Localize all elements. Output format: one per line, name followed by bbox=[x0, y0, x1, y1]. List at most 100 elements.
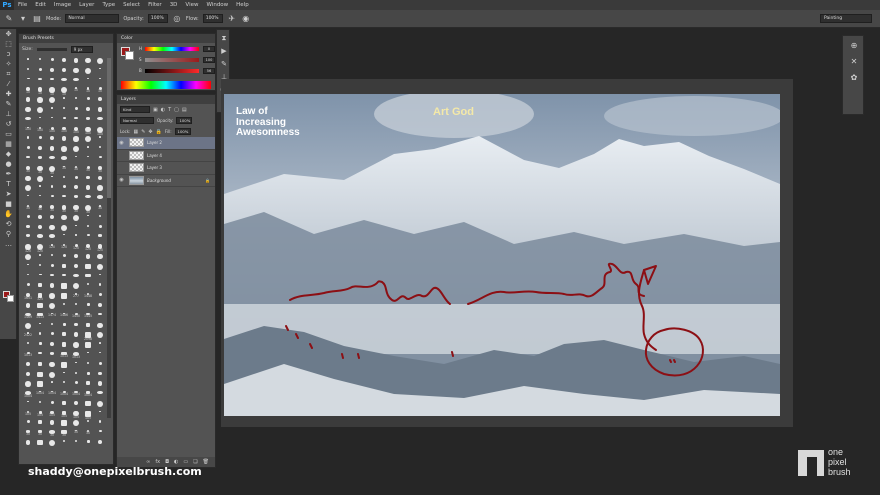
menu-layer[interactable]: Layer bbox=[75, 0, 98, 10]
brush-preset[interactable]: 1469 bbox=[22, 312, 34, 323]
brush-preset[interactable] bbox=[34, 214, 46, 225]
brush-preset[interactable] bbox=[58, 273, 70, 284]
brush-preset[interactable] bbox=[58, 371, 70, 382]
brush-preset[interactable] bbox=[58, 293, 70, 303]
brush-preset[interactable] bbox=[46, 273, 58, 284]
brush-presets-tab[interactable]: Brush Presets bbox=[19, 34, 113, 43]
brush-preset[interactable] bbox=[46, 351, 58, 362]
layer-fill-field[interactable]: 100% bbox=[174, 128, 191, 135]
brush-preset[interactable] bbox=[22, 381, 34, 391]
brush-preset-picker-icon[interactable]: ▾ bbox=[18, 14, 28, 24]
brush-preset[interactable] bbox=[94, 67, 106, 78]
brush-preset[interactable]: 1448 bbox=[82, 293, 94, 303]
airbrush-icon[interactable]: ✈ bbox=[227, 14, 237, 24]
menu-image[interactable]: Image bbox=[50, 0, 75, 10]
brush-preset[interactable] bbox=[22, 253, 34, 264]
path-select-tool-icon[interactable]: ➤ bbox=[2, 190, 15, 199]
visibility-eye-icon[interactable]: ◉ bbox=[117, 140, 126, 146]
brush-preset[interactable] bbox=[70, 106, 82, 117]
brush-preset[interactable]: 30 bbox=[82, 430, 94, 440]
brush-preset[interactable]: 30 bbox=[82, 165, 94, 176]
brush-preset[interactable] bbox=[94, 146, 106, 156]
brush-preset[interactable] bbox=[82, 97, 94, 107]
zoom-tool-icon[interactable]: ⚲ bbox=[2, 230, 15, 239]
eraser-tool-icon[interactable]: ▭ bbox=[2, 130, 15, 139]
brush-preset[interactable] bbox=[46, 146, 58, 156]
brush-preset[interactable] bbox=[82, 302, 94, 313]
brush-preset[interactable] bbox=[46, 67, 58, 78]
brush-preset[interactable] bbox=[82, 371, 94, 382]
brush-preset[interactable] bbox=[22, 146, 34, 156]
brush-preset[interactable] bbox=[58, 302, 70, 313]
brush-preset[interactable] bbox=[46, 302, 58, 313]
brush-presets-scroll-thumb[interactable] bbox=[107, 58, 111, 198]
brush-preset[interactable] bbox=[34, 351, 46, 362]
brush-preset[interactable] bbox=[82, 400, 94, 411]
brush-preset[interactable] bbox=[70, 97, 82, 107]
quick-select-tool-icon[interactable]: ✧ bbox=[2, 60, 15, 69]
brush-preset[interactable] bbox=[70, 381, 82, 391]
brush-preset[interactable]: 120 bbox=[22, 244, 34, 254]
brush-preset[interactable]: 30 bbox=[22, 204, 34, 215]
brush-preset[interactable] bbox=[46, 155, 58, 166]
brush-preset[interactable] bbox=[94, 351, 106, 362]
brush-preset[interactable] bbox=[34, 332, 46, 342]
brush-preset[interactable] bbox=[58, 332, 70, 342]
brush-preset[interactable] bbox=[22, 224, 34, 235]
brush-preset[interactable] bbox=[70, 400, 82, 411]
visibility-eye-icon[interactable]: ◉ bbox=[117, 177, 126, 183]
navigator-icon[interactable]: ✕ bbox=[847, 56, 861, 68]
brush-preset[interactable]: 105 bbox=[70, 410, 82, 421]
brush-preset[interactable] bbox=[58, 224, 70, 235]
brush-preset[interactable] bbox=[34, 97, 46, 107]
brush-preset[interactable] bbox=[82, 77, 94, 88]
brush-preset[interactable] bbox=[22, 400, 34, 411]
menu-filter[interactable]: Filter bbox=[144, 0, 166, 10]
brush-preset[interactable] bbox=[82, 420, 94, 430]
brush-preset[interactable]: 30 bbox=[70, 430, 82, 440]
brush-preset[interactable] bbox=[94, 371, 106, 382]
brush-preset[interactable] bbox=[58, 214, 70, 225]
brush-preset[interactable] bbox=[82, 106, 94, 117]
brush-preset[interactable] bbox=[70, 253, 82, 264]
extra-tools-icon[interactable]: … bbox=[2, 240, 15, 249]
brush-preset[interactable] bbox=[70, 361, 82, 372]
brush-preset[interactable] bbox=[94, 381, 106, 391]
brush-preset[interactable] bbox=[34, 136, 46, 146]
brush-preset[interactable] bbox=[94, 195, 106, 205]
brush-preset[interactable] bbox=[58, 97, 70, 107]
brush-preset[interactable] bbox=[70, 136, 82, 146]
brush-preset[interactable]: 120 bbox=[46, 244, 58, 254]
brush-preset[interactable] bbox=[34, 371, 46, 382]
brush-preset[interactable]: 30 bbox=[34, 165, 46, 176]
brush-preset[interactable] bbox=[46, 97, 58, 107]
brush-preset[interactable] bbox=[22, 185, 34, 195]
brush-preset[interactable]: 2422 bbox=[22, 332, 34, 342]
brush-preset[interactable]: 120 bbox=[70, 244, 82, 254]
rotate-view-tool-icon[interactable]: ⟲ bbox=[2, 220, 15, 229]
brush-preset[interactable] bbox=[82, 273, 94, 284]
brush-preset[interactable]: 30 bbox=[58, 430, 70, 440]
brush-preset[interactable] bbox=[34, 361, 46, 372]
hue-value[interactable]: 0 bbox=[203, 46, 215, 52]
brush-preset[interactable] bbox=[94, 342, 106, 352]
brush-preset[interactable] bbox=[34, 283, 46, 293]
brush-preset[interactable] bbox=[82, 58, 94, 68]
brush-preset[interactable] bbox=[94, 332, 106, 342]
brush-preset[interactable] bbox=[94, 175, 106, 186]
brush-preset[interactable] bbox=[82, 234, 94, 244]
brush-preset[interactable] bbox=[22, 155, 34, 166]
brush-preset[interactable] bbox=[34, 58, 46, 68]
brush-preset[interactable] bbox=[46, 332, 58, 342]
brush-preset[interactable]: 120 bbox=[94, 244, 106, 254]
brush-preset[interactable]: 10 bbox=[94, 87, 106, 97]
brush-panel-icon[interactable]: ✎ bbox=[219, 59, 229, 69]
brush-preset[interactable]: 120 bbox=[34, 244, 46, 254]
brush-preset[interactable] bbox=[82, 116, 94, 127]
brush-preset[interactable] bbox=[46, 371, 58, 382]
brush-preset[interactable] bbox=[94, 116, 106, 127]
brush-preset[interactable] bbox=[94, 312, 106, 323]
brush-preset[interactable] bbox=[94, 234, 106, 244]
color-spectrum-ramp[interactable] bbox=[121, 81, 211, 89]
brush-size-slider[interactable] bbox=[36, 47, 67, 51]
